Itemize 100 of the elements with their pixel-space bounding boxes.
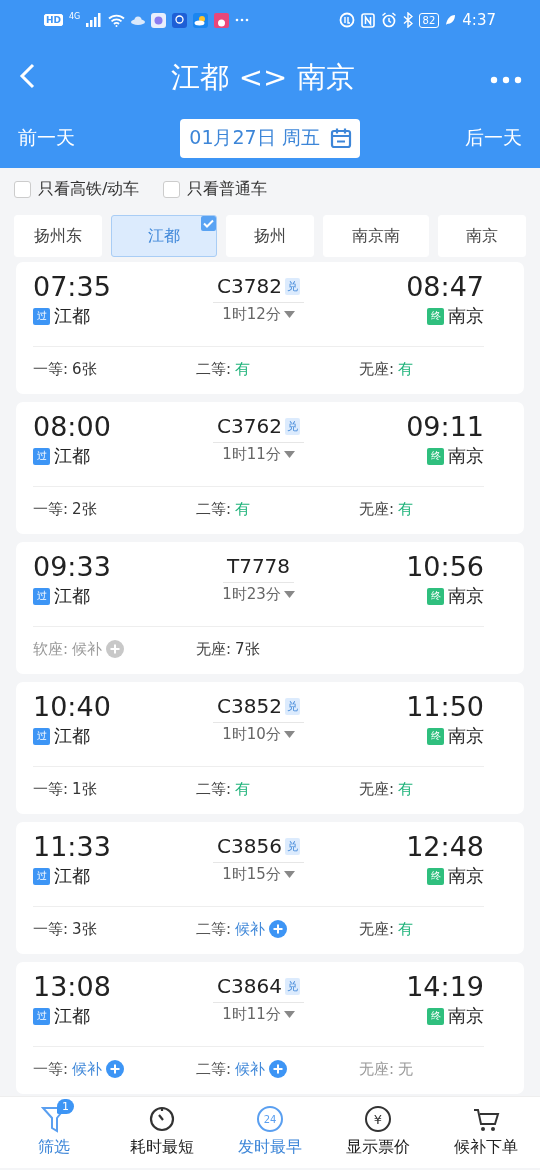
seat-availability: 候补	[235, 1059, 266, 1079]
dropdown-icon	[283, 591, 295, 598]
seat-availability: 候补	[72, 1059, 103, 1079]
departure-time: 10:40	[33, 690, 112, 724]
checkbox[interactable]	[163, 180, 181, 198]
seat-class-label: 无座:	[359, 499, 395, 519]
terminus-tag: 终	[427, 587, 444, 605]
station-tab[interactable]: 南京南	[322, 215, 430, 257]
add-icon[interactable]	[269, 920, 288, 938]
seat-availability: 有	[398, 499, 414, 519]
yen-icon: ¥	[364, 1105, 392, 1133]
calendar-icon	[329, 127, 352, 149]
travel-duration: 1时11分	[222, 1005, 281, 1024]
departure-station: 江都	[54, 584, 90, 608]
seat-availability: 6张	[72, 359, 97, 379]
nav-item[interactable]: ¥ 显示票价	[324, 1097, 432, 1168]
dropdown-icon	[283, 451, 295, 458]
checkbox-label: 只看普通车	[187, 178, 268, 200]
seat-class-label: 一等:	[33, 1059, 69, 1079]
departure-station: 江都	[54, 444, 90, 468]
train-number: C3856	[217, 834, 282, 858]
station-tab[interactable]: 扬州	[226, 215, 314, 257]
data-saver-icon	[338, 12, 355, 28]
travel-duration: 1时23分	[222, 585, 281, 604]
seat-class-label: 一等:	[33, 499, 69, 519]
alarm-icon	[380, 12, 397, 28]
back-icon	[18, 63, 36, 89]
seat-availability: 无	[398, 1059, 414, 1079]
terminus-tag: 终	[427, 867, 444, 885]
seat-availability: 候补	[235, 919, 266, 939]
nav-item[interactable]: 耗时最短	[108, 1097, 216, 1168]
arrival-station: 南京	[448, 304, 484, 328]
train-number: C3864	[217, 974, 282, 998]
seat-class-label: 软座:	[33, 639, 69, 659]
train-number: C3782	[217, 274, 282, 298]
seat-class-label: 无座:	[196, 639, 232, 659]
timer-icon	[149, 1105, 175, 1133]
cloud-icon	[131, 15, 146, 25]
seat-class-label: 二等:	[196, 919, 232, 939]
travel-duration: 1时11分	[222, 445, 281, 464]
dropdown-icon	[283, 871, 295, 878]
seat-availability: 有	[398, 359, 414, 379]
app-notification-icon	[172, 12, 188, 28]
station-tab[interactable]: 扬州东	[14, 215, 102, 257]
dropdown-icon	[283, 311, 295, 318]
departure-time: 13:08	[33, 970, 112, 1004]
exchange-tag: 兑	[284, 417, 300, 435]
pass-through-tag: 过	[33, 447, 50, 465]
nav-item[interactable]: 筛选 1	[0, 1097, 108, 1168]
seat-availability: 有	[398, 779, 414, 799]
dropdown-icon	[283, 731, 295, 738]
nav-item[interactable]: 候补下单	[432, 1097, 540, 1168]
arrival-time: 10:56	[406, 550, 484, 584]
seat-class-label: 一等:	[33, 779, 69, 799]
seat-class-label: 一等:	[33, 919, 69, 939]
arrival-station: 南京	[448, 444, 484, 468]
clock-icon: 24	[256, 1105, 284, 1133]
station-tab[interactable]: 南京	[438, 215, 526, 257]
date-picker[interactable]: 01月27日 周五	[180, 118, 360, 158]
train-number: C3852	[217, 694, 282, 718]
departure-station: 江都	[54, 1004, 90, 1028]
battery-indicator: 82	[418, 12, 440, 28]
seat-class-label: 无座:	[359, 779, 395, 799]
signal-icon	[86, 13, 103, 27]
arrival-time: 12:48	[406, 830, 484, 864]
arrival-time: 08:47	[406, 270, 484, 304]
seat-class-label: 二等:	[196, 359, 232, 379]
seat-availability: 有	[235, 779, 251, 799]
seat-availability: 7张	[235, 639, 260, 659]
seat-class-label: 无座:	[359, 1059, 395, 1079]
add-icon[interactable]	[106, 640, 125, 658]
exchange-tag: 兑	[284, 697, 300, 715]
route-title: 江都 <> 南京	[170, 59, 356, 96]
seat-class-label: 一等:	[33, 359, 69, 379]
travel-duration: 1时12分	[222, 305, 281, 324]
more-icon	[490, 75, 522, 84]
add-icon[interactable]	[269, 1060, 288, 1078]
departure-time: 11:33	[33, 830, 112, 864]
arrival-time: 09:11	[406, 410, 484, 444]
departure-station: 江都	[54, 304, 90, 328]
seat-availability: 候补	[72, 639, 103, 659]
departure-time: 07:35	[33, 270, 112, 304]
exchange-tag: 兑	[284, 977, 300, 995]
checkbox[interactable]	[14, 180, 31, 198]
wifi-icon	[108, 13, 126, 27]
terminus-tag: 终	[427, 447, 444, 465]
add-icon[interactable]	[106, 1060, 125, 1078]
exchange-tag: 兑	[284, 837, 300, 855]
arrival-station: 南京	[448, 584, 484, 608]
terminus-tag: 终	[427, 727, 444, 745]
train-number: C3762	[217, 414, 282, 438]
nav-item[interactable]: 24 发时最早	[216, 1097, 324, 1168]
departure-time: 09:33	[33, 550, 112, 584]
bluetooth-icon	[402, 12, 413, 28]
arrival-time: 14:19	[406, 970, 484, 1004]
pass-through-tag: 过	[33, 307, 50, 325]
dropdown-icon	[283, 1011, 295, 1018]
terminus-tag: 终	[427, 1007, 444, 1025]
hd-indicator: HD	[44, 14, 63, 26]
arrival-time: 11:50	[406, 690, 484, 724]
